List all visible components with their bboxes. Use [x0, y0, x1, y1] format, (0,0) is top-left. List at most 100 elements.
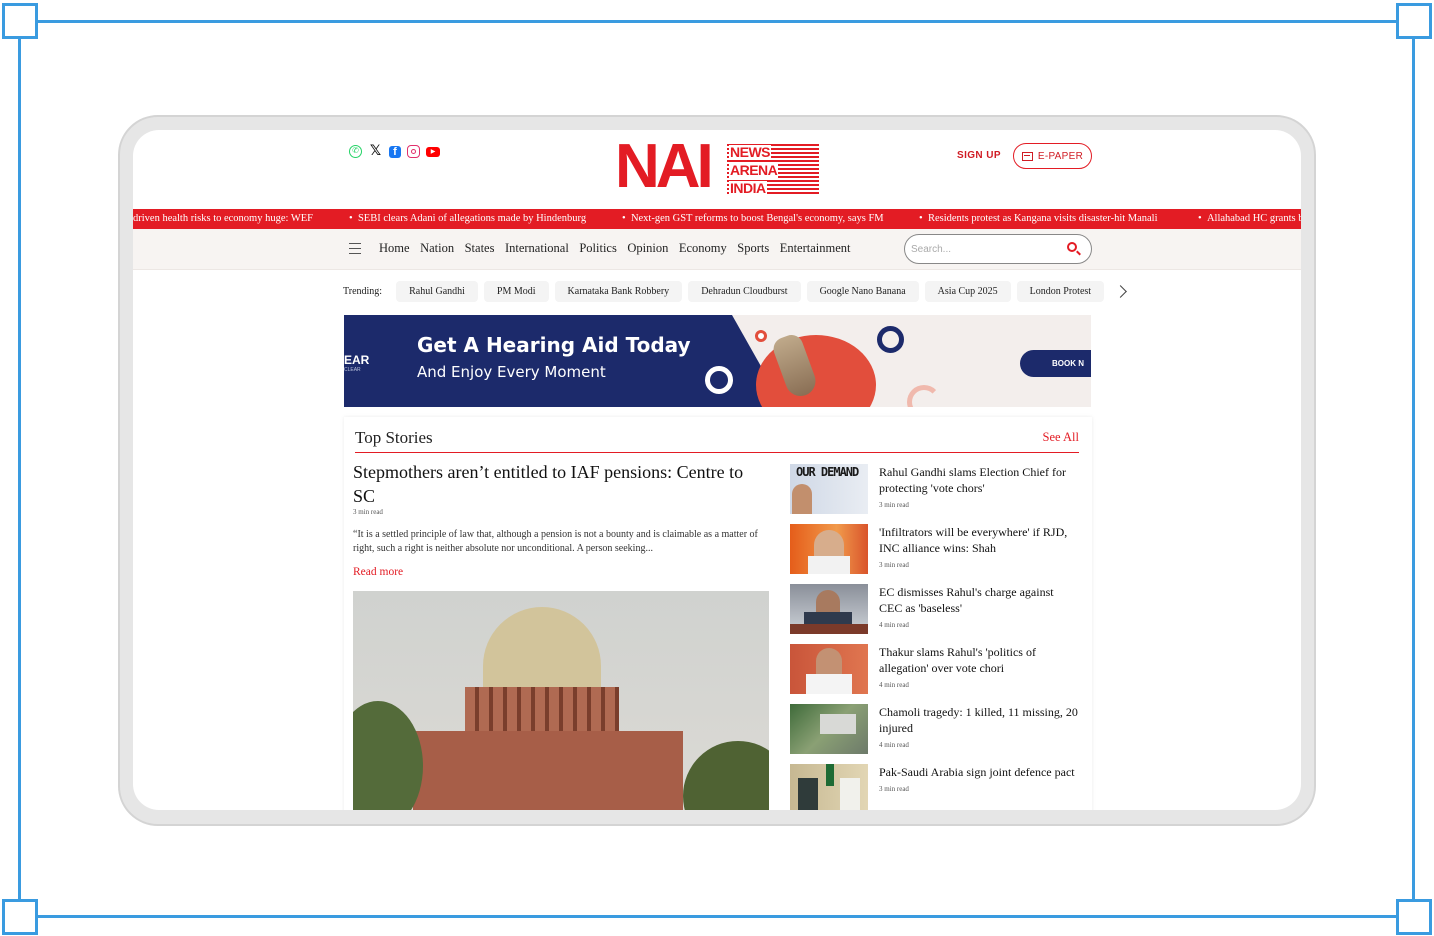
social-links: ✆ 𝕏 f ▶ — [349, 144, 440, 159]
story-read-time: 4 min read — [879, 621, 909, 629]
story-thumbnail — [790, 644, 868, 694]
nav-entertainment[interactable]: Entertainment — [780, 241, 851, 256]
nav-home[interactable]: Home — [379, 241, 410, 256]
logo-news-arena-india: NEWS ARENA INDIA — [727, 144, 819, 196]
list-item[interactable]: 'Infiltrators will be everywhere' if RJD… — [790, 524, 1082, 584]
trending-chip[interactable]: Dehradun Cloudburst — [688, 281, 801, 302]
ad-book-now-button[interactable]: BOOK N — [1020, 350, 1091, 377]
instagram-icon[interactable] — [407, 145, 420, 158]
story-thumbnail — [790, 764, 868, 810]
story-title: Thakur slams Rahul's 'politics of allega… — [879, 645, 1036, 675]
ad-decor-ring — [755, 330, 767, 342]
list-item[interactable]: OUR DEMAND Rahul Gandhi slams Election C… — [790, 464, 1082, 524]
ad-decor-ring — [705, 366, 733, 394]
nav-international[interactable]: International — [505, 241, 569, 256]
frame-handle-bottom-left[interactable] — [2, 899, 38, 935]
trending-chip[interactable]: London Protest — [1016, 281, 1105, 302]
newspaper-icon — [1021, 151, 1033, 161]
trending-chip[interactable]: Asia Cup 2025 — [924, 281, 1011, 302]
trending-chip[interactable]: Google Nano Banana — [806, 281, 919, 302]
list-item[interactable]: Pak-Saudi Arabia sign joint defence pact… — [790, 764, 1082, 810]
x-icon[interactable]: 𝕏 — [368, 144, 383, 159]
trending-chip[interactable]: PM Modi — [483, 281, 549, 302]
browser-screen: ✆ 𝕏 f ▶ NAI NEWS ARENA INDIA SIGN UP E-P… — [133, 130, 1301, 810]
story-read-time: 3 min read — [879, 501, 909, 509]
list-item[interactable]: Chamoli tragedy: 1 killed, 11 missing, 2… — [790, 704, 1082, 764]
story-read-time: 4 min read — [879, 681, 909, 689]
advertisement-banner[interactable]: EAR CLEAR Get A Hearing Aid Today And Enj… — [344, 315, 1091, 407]
frame-handle-top-right[interactable] — [1396, 3, 1432, 39]
nav-states[interactable]: States — [465, 241, 495, 256]
top-stories-section: Top Stories See All Stepmothers aren’t e… — [344, 417, 1092, 810]
story-read-time: 3 min read — [879, 561, 909, 569]
story-thumbnail — [790, 524, 868, 574]
trending-bar: Trending: Rahul Gandhi PM Modi Karnataka… — [343, 281, 1127, 302]
ticker-item[interactable]: • Next-gen GST reforms to boost Bengal's… — [622, 209, 884, 229]
lead-story-excerpt: “It is a settled principle of law that, … — [353, 529, 758, 554]
story-read-time: 4 min read — [879, 741, 909, 749]
lead-story-title[interactable]: Stepmothers aren’t entitled to IAF pensi… — [353, 460, 769, 508]
ad-subtitle: And Enjoy Every Moment — [417, 363, 606, 381]
ad-title: Get A Hearing Aid Today — [417, 333, 691, 357]
epaper-label: E-PAPER — [1037, 150, 1084, 162]
story-thumbnail: OUR DEMAND — [790, 464, 868, 514]
story-list: OUR DEMAND Rahul Gandhi slams Election C… — [790, 464, 1082, 810]
frame-handle-bottom-right[interactable] — [1396, 899, 1432, 935]
ticker-item[interactable]: • SEBI clears Adani of allegations made … — [349, 209, 586, 229]
story-title: Chamoli tragedy: 1 killed, 11 missing, 2… — [879, 705, 1078, 735]
trending-chip[interactable]: Karnataka Bank Robbery — [554, 281, 683, 302]
ad-decor-ring — [877, 326, 904, 353]
trending-label: Trending: — [343, 286, 383, 297]
search-icon[interactable] — [1067, 242, 1077, 252]
supreme-court-dome — [483, 607, 601, 693]
supreme-court-colonnade — [465, 687, 619, 733]
logo-line-news: NEWS — [729, 144, 771, 160]
youtube-icon[interactable]: ▶ — [426, 146, 440, 157]
search-box — [904, 234, 1092, 264]
epaper-button[interactable]: E-PAPER — [1013, 143, 1092, 169]
story-read-time: 3 min read — [879, 785, 909, 793]
signup-link[interactable]: SIGN UP — [957, 150, 1001, 161]
ticker-item[interactable]: • Residents protest as Kangana visits di… — [919, 209, 1158, 229]
story-title: EC dismisses Rahul's charge against CEC … — [879, 585, 1054, 615]
hamburger-menu-icon[interactable] — [349, 243, 361, 254]
story-title: Rahul Gandhi slams Election Chief for pr… — [879, 465, 1066, 495]
tree-left — [353, 701, 423, 810]
tree-right — [683, 741, 769, 810]
read-more-link[interactable]: Read more — [353, 566, 769, 578]
frame-handle-top-left[interactable] — [2, 3, 38, 39]
ad-brand: EAR CLEAR — [344, 353, 370, 373]
story-title: Pak-Saudi Arabia sign joint defence pact — [879, 765, 1075, 779]
list-item[interactable]: Thakur slams Rahul's 'politics of allega… — [790, 644, 1082, 704]
breaking-news-ticker: driven health risks to economy huge: WEF… — [133, 209, 1301, 229]
logo-wordmark: NAI — [615, 132, 714, 201]
section-title: Top Stories — [355, 428, 433, 447]
supreme-court-building — [413, 731, 683, 810]
story-thumbnail — [790, 584, 868, 634]
chevron-right-icon[interactable] — [1114, 285, 1127, 298]
lead-story-read-time: 3 min read — [353, 508, 383, 516]
nav-economy[interactable]: Economy — [679, 241, 727, 256]
lead-story: Stepmothers aren’t entitled to IAF pensi… — [353, 460, 769, 578]
search-input[interactable] — [911, 241, 1061, 257]
nav-opinion[interactable]: Opinion — [627, 241, 668, 256]
lead-story-image[interactable] — [353, 591, 769, 810]
nav-sports[interactable]: Sports — [737, 241, 769, 256]
facebook-icon[interactable]: f — [389, 145, 401, 158]
list-item[interactable]: EC dismisses Rahul's charge against CEC … — [790, 584, 1082, 644]
see-all-link[interactable]: See All — [1043, 430, 1079, 445]
story-thumbnail — [790, 704, 868, 754]
trending-chip[interactable]: Rahul Gandhi — [396, 281, 478, 302]
nav-links: Home Nation States International Politic… — [379, 241, 851, 256]
site-logo[interactable]: NAI NEWS ARENA INDIA — [615, 136, 819, 198]
nav-politics[interactable]: Politics — [579, 241, 617, 256]
story-title: 'Infiltrators will be everywhere' if RJD… — [879, 525, 1068, 555]
logo-line-india: INDIA — [729, 180, 767, 196]
nav-nation[interactable]: Nation — [420, 241, 454, 256]
main-navigation: Home Nation States International Politic… — [133, 229, 1301, 270]
ticker-item[interactable]: driven health risks to economy huge: WEF — [133, 209, 313, 229]
section-header: Top Stories See All — [355, 428, 1079, 453]
ticker-item[interactable]: • Allahabad HC grants b — [1198, 209, 1301, 229]
logo-line-arena: ARENA — [729, 162, 779, 178]
whatsapp-icon[interactable]: ✆ — [349, 145, 362, 158]
